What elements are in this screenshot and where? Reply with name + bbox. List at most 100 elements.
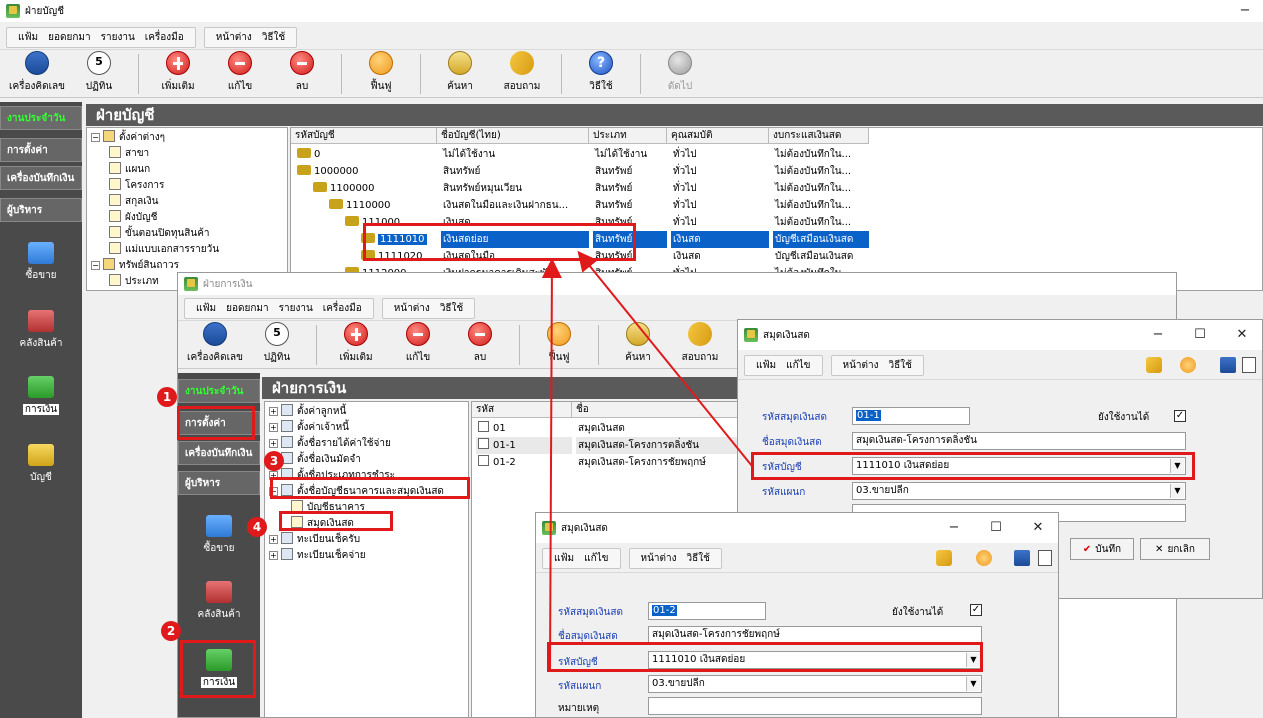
grid-cell-code[interactable]: 1111020 — [359, 248, 437, 265]
menu-report[interactable]: รายงาน — [279, 301, 313, 316]
col-account-type[interactable]: ประเภท — [589, 128, 667, 144]
tree-item[interactable]: −งวดบัญชี — [91, 290, 158, 291]
tree-item[interactable]: + ทะเบียนเช็ครับ — [269, 532, 360, 548]
grid-cell-code[interactable]: 1110000 — [327, 197, 437, 214]
tree-item[interactable]: − ทรัพย์สินถาวร — [91, 258, 179, 274]
minimize-button[interactable]: − — [1227, 0, 1263, 22]
nav-finance[interactable]: การเงิน — [178, 649, 260, 690]
menu-file[interactable]: แฟ้ม — [18, 30, 38, 45]
active-checkbox[interactable]: ✓ — [1174, 410, 1186, 422]
chevron-down-icon[interactable]: ▼ — [1170, 484, 1184, 498]
grid-cell-code[interactable]: 111000 — [343, 214, 437, 231]
department-select[interactable]: 03.ขายปลีก ▼ — [852, 482, 1186, 500]
nav-inventory[interactable]: คลังสินค้า — [0, 310, 82, 351]
calculator-icon[interactable] — [1220, 357, 1236, 373]
refresh-icon[interactable] — [1180, 357, 1196, 373]
menu-file[interactable]: แฟ้ม — [196, 301, 216, 316]
menu-edit[interactable]: แก้ไข — [584, 551, 608, 566]
grid-cell-type[interactable]: สินทรัพย์ — [593, 231, 667, 248]
col-account-code[interactable]: รหัสบัญชี — [291, 128, 437, 144]
calculator-icon[interactable] — [1014, 550, 1030, 566]
grid-cell-attr[interactable]: เงินสด — [671, 231, 769, 248]
phone-icon[interactable] — [936, 550, 952, 566]
tree-item[interactable]: สกุลเงิน — [109, 194, 158, 210]
expander-icon[interactable]: + — [269, 407, 278, 416]
grid-cell-code[interactable]: 1100000 — [311, 180, 437, 197]
tree-item[interactable]: บัญชีธนาคาร — [291, 500, 365, 516]
grid-cell-cf[interactable]: ไม่ต้องบันทึกใน... — [773, 197, 869, 214]
nav-settings[interactable]: การตั้งค่า — [0, 138, 82, 162]
menu-file[interactable]: แฟ้ม — [554, 551, 574, 566]
inquiry-button[interactable]: สอบถาม — [491, 47, 553, 97]
grid-cell-code[interactable]: 01 — [476, 420, 572, 437]
nav-cash-register[interactable]: เครื่องบันทึกเงิน — [0, 166, 82, 190]
menu-window[interactable]: หน้าต่าง — [641, 551, 677, 566]
tree-item[interactable]: + ตั้งค่าลูกหนี้ — [269, 404, 346, 420]
grid-cell-type[interactable]: สินทรัพย์ — [593, 197, 667, 214]
grid-cell-type[interactable]: สินทรัพย์ — [593, 163, 667, 180]
nav-executive[interactable]: ผู้บริหาร — [0, 198, 82, 222]
close-button[interactable]: ✕ — [1224, 324, 1260, 346]
cancel-button[interactable]: ✕ ยกเลิก — [1140, 538, 1210, 560]
grid-cell-name[interactable]: เงินสดย่อย — [441, 231, 589, 248]
menu-edit[interactable]: แก้ไข — [786, 358, 810, 373]
grid-cell-attr[interactable]: ทั่วไป — [671, 163, 769, 180]
col-code[interactable]: รหัส — [472, 402, 572, 418]
nav-accounting[interactable]: บัญชี — [0, 444, 82, 485]
grid-cell-type[interactable]: สินทรัพย์ — [593, 248, 667, 265]
calendar-button[interactable]: 5 ปฏิทิน — [68, 51, 130, 97]
tree-item[interactable]: โครงการ — [109, 178, 164, 194]
grid-cell-name[interactable]: เงินสดในมือและเงินฝากธน... — [441, 197, 589, 214]
calculator-button[interactable]: เครื่องคิดเลข — [184, 322, 246, 368]
nav-executive[interactable]: ผู้บริหาร — [178, 471, 260, 495]
grid-cell-code[interactable]: 1000000 — [295, 163, 437, 180]
tree-item[interactable]: แผนก — [109, 162, 150, 178]
tree-item[interactable]: − ตั้งค่าต่างๆ — [91, 130, 165, 146]
tree-item[interactable]: + ทะเบียนเช็คจ่าย — [269, 548, 366, 564]
grid-cell-code[interactable]: 01-1 — [476, 437, 572, 454]
grid-cell-cf[interactable]: ไม่ต้องบันทึกใน... — [773, 180, 869, 197]
col-account-name[interactable]: ชื่อบัญชี(ไทย) — [437, 128, 589, 144]
cashbook-name-field[interactable]: สมุดเงินสด-โครงการตลิ่งชัน — [852, 432, 1186, 450]
active-checkbox[interactable]: ✓ — [970, 604, 982, 616]
edit-button[interactable]: แก้ไข — [387, 322, 449, 368]
grid-cell-type[interactable]: สินทรัพย์ — [593, 180, 667, 197]
refresh-button[interactable]: ฟื้นฟู — [350, 51, 412, 97]
minimize-button[interactable]: − — [936, 517, 972, 539]
tree-item[interactable]: แม่แบบเอกสารรายวัน — [109, 242, 219, 258]
chevron-down-icon[interactable]: ▼ — [1170, 459, 1184, 473]
grid-cell-cf[interactable]: ไม่ต้องบันทึกใน... — [773, 214, 869, 231]
close-button[interactable]: ✕ — [1020, 517, 1056, 539]
account-code-select[interactable]: 1111010 เงินสดย่อย ▼ — [648, 651, 982, 669]
search-button[interactable]: ค้นหา — [429, 51, 491, 97]
tree-item[interactable]: + ตั้งชื่อประเภทการชำระ — [269, 468, 395, 484]
tree-item[interactable]: + ตั้งชื่อรายได้ค่าใช้จ่าย — [269, 436, 391, 452]
grid-cell-attr[interactable]: ทั่วไป — [671, 180, 769, 197]
phone-icon[interactable] — [1146, 357, 1162, 373]
col-cash-flow[interactable]: งบกระแสเงินสด — [769, 128, 869, 144]
tree-item[interactable]: สมุดเงินสด — [291, 516, 354, 532]
calculator-button[interactable]: เครื่องคิดเลข — [6, 51, 68, 97]
menu-tools[interactable]: เครื่องมือ — [145, 30, 184, 45]
help-button[interactable]: ? วิธีใช้ — [570, 51, 632, 97]
tree-item[interactable]: + ตั้งค่าเจ้าหนี้ — [269, 420, 349, 436]
add-button[interactable]: เพิ่มเติม — [147, 51, 209, 97]
grid-cell-name[interactable]: สินทรัพย์หมุนเวียน — [441, 180, 589, 197]
maximize-button[interactable]: ☐ — [1182, 324, 1218, 346]
grid-cell-attr[interactable]: ทั่วไป — [671, 197, 769, 214]
chevron-down-icon[interactable]: ▼ — [966, 653, 980, 667]
grid-cell-cf[interactable]: ไม่ต้องบันทึกใน... — [773, 163, 869, 180]
next-button[interactable]: ดัดไป — [649, 51, 711, 97]
grid-cell-cf[interactable]: ไม่ต้องบันทึกใน... — [773, 146, 869, 163]
menu-tools[interactable]: เครื่องมือ — [323, 301, 362, 316]
delete-button[interactable]: ลบ — [449, 322, 511, 368]
nav-trade[interactable]: ซื้อขาย — [0, 242, 82, 283]
menu-opening-balance[interactable]: ยอดยกมา — [226, 301, 268, 316]
tree-item[interactable]: ผังบัญชี — [109, 210, 157, 226]
menu-help[interactable]: วิธีใช้ — [687, 551, 710, 566]
tree-item[interactable]: ประเภท — [109, 274, 159, 290]
maximize-button[interactable]: ☐ — [978, 517, 1014, 539]
menu-help[interactable]: วิธีใช้ — [889, 358, 912, 373]
menu-report[interactable]: รายงาน — [101, 30, 135, 45]
menu-window[interactable]: หน้าต่าง — [843, 358, 879, 373]
